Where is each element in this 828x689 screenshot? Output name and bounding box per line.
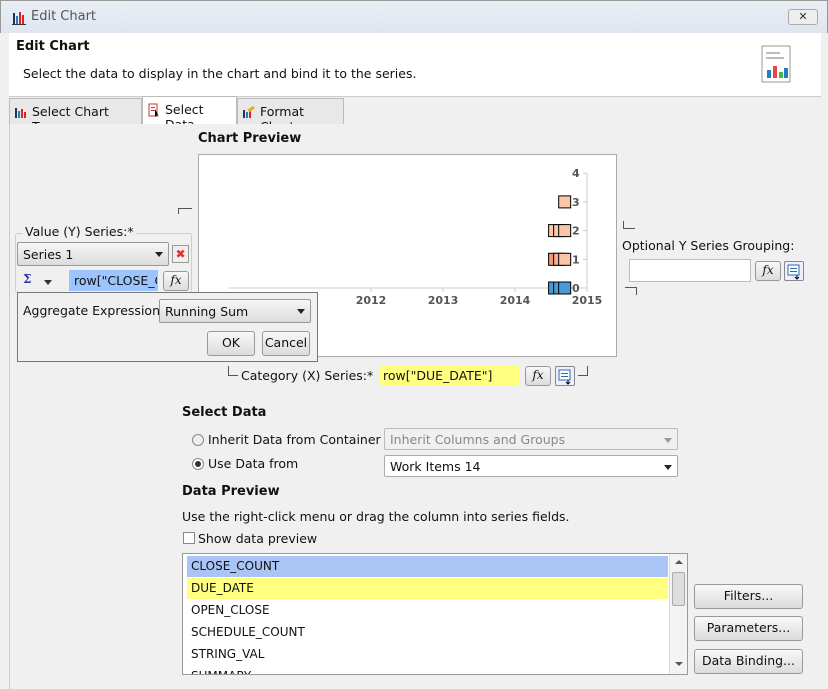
show-data-preview-label: Show data preview — [198, 531, 318, 546]
inherit-columns-value: Inherit Columns and Groups — [390, 432, 566, 447]
data-preview-title: Data Preview — [182, 484, 280, 499]
use-data-radio[interactable] — [192, 458, 204, 470]
filters-button[interactable]: Filters... — [694, 584, 803, 609]
chart-preview-title: Chart Preview — [198, 131, 302, 146]
tab-select-data[interactable]: Select Data — [142, 96, 237, 132]
bar-chart-icon — [15, 108, 26, 118]
grouping-binding-icon[interactable] — [784, 261, 804, 281]
delete-series-button[interactable]: ✖ — [172, 245, 189, 263]
data-marker — [558, 224, 572, 238]
chevron-down-icon — [664, 438, 672, 443]
aggregate-select-value: Running Sum — [165, 304, 249, 319]
data-marker — [558, 195, 572, 209]
window-title: Edit Chart — [31, 9, 97, 24]
chevron-down-icon — [664, 465, 672, 470]
bracket — [623, 221, 635, 229]
close-button[interactable]: ✕ — [788, 9, 818, 25]
value-expression-input[interactable]: row["CLOSE_C — [69, 270, 158, 291]
bracket — [178, 208, 192, 214]
x-tick-label: 2015 — [572, 294, 603, 307]
aggregate-expression-label: Aggregate Expression: — [23, 303, 165, 318]
x-tick-label: 2014 — [500, 294, 531, 307]
y-tick-label: 1 — [572, 253, 580, 266]
bracket — [228, 366, 238, 376]
select-data-title: Select Data — [182, 405, 267, 420]
bracket — [578, 366, 588, 376]
list-item[interactable]: OPEN_CLOSE — [187, 600, 668, 621]
show-data-preview-checkbox[interactable] — [183, 532, 195, 544]
data-marker — [558, 281, 572, 295]
y-tick-label: 0 — [572, 282, 580, 295]
series-select[interactable]: Series 1 — [17, 242, 169, 266]
y-tick-label: 4 — [572, 167, 580, 180]
aggregate-dropdown-icon[interactable] — [44, 280, 52, 285]
data-source-select[interactable]: Work Items 14 — [384, 455, 678, 477]
list-item[interactable]: DUE_DATE — [187, 578, 668, 599]
data-binding-button[interactable]: Data Binding... — [694, 649, 803, 674]
tab-format-chart[interactable]: Format Chart — [237, 98, 344, 134]
inherit-data-label: Inherit Data from Container — [208, 432, 381, 447]
tab-select-chart-type[interactable]: Select Chart Type — [9, 98, 142, 134]
data-source-value: Work Items 14 — [390, 459, 481, 474]
header-title: Edit Chart — [16, 39, 90, 54]
parameters-button[interactable]: Parameters... — [694, 616, 803, 641]
chevron-down-icon — [297, 309, 305, 314]
ok-button[interactable]: OK — [207, 331, 255, 356]
column-list[interactable]: CLOSE_COUNT DUE_DATE OPEN_CLOSE SCHEDULE… — [182, 553, 688, 675]
optional-grouping-input[interactable] — [629, 259, 751, 282]
value-fx-button[interactable]: fx — [163, 271, 189, 291]
data-sheet-icon — [148, 103, 159, 117]
x-tick-label: 2012 — [356, 294, 387, 307]
use-data-label: Use Data from — [208, 456, 299, 471]
value-series-label: Value (Y) Series:* — [23, 224, 136, 239]
y-tick-label: 3 — [572, 196, 580, 209]
chart-app-icon — [12, 12, 26, 25]
series-select-value: Series 1 — [23, 247, 74, 262]
inherit-columns-select: Inherit Columns and Groups — [384, 428, 678, 450]
format-chart-icon — [243, 106, 255, 118]
header-subtitle: Select the data to display in the chart … — [23, 66, 417, 81]
bracket — [625, 287, 637, 295]
dialog-header — [9, 33, 821, 96]
scroll-up-icon[interactable] — [675, 560, 683, 564]
list-item[interactable]: SUMMARY — [187, 666, 668, 674]
list-item[interactable]: CLOSE_COUNT — [187, 556, 668, 577]
chevron-down-icon — [155, 252, 163, 257]
inherit-data-radio[interactable] — [192, 434, 204, 446]
y-tick-label: 2 — [572, 225, 580, 238]
category-series-label: Category (X) Series:* — [241, 368, 374, 383]
category-binding-icon[interactable] — [555, 366, 575, 386]
x-tick-label: 2013 — [428, 294, 459, 307]
list-item[interactable]: SCHEDULE_COUNT — [187, 622, 668, 643]
aggregate-sigma-icon[interactable]: Σ — [23, 272, 31, 286]
scroll-down-icon[interactable] — [675, 662, 683, 666]
list-scrollbar[interactable] — [669, 554, 687, 674]
chart-wizard-icon — [761, 45, 791, 83]
list-item[interactable]: STRING_VAL — [187, 644, 668, 665]
title-bar — [0, 0, 828, 33]
category-expression-input[interactable]: row["DUE_DATE"] — [378, 365, 521, 386]
category-fx-button[interactable]: fx — [525, 366, 551, 386]
cancel-button[interactable]: Cancel — [262, 331, 310, 356]
grouping-fx-button[interactable]: fx — [755, 261, 781, 281]
scroll-thumb[interactable] — [672, 572, 685, 606]
data-marker — [558, 252, 572, 266]
data-preview-hint: Use the right-click menu or drag the col… — [182, 509, 570, 524]
optional-grouping-label: Optional Y Series Grouping: — [622, 238, 795, 253]
aggregate-select[interactable]: Running Sum — [159, 299, 311, 323]
